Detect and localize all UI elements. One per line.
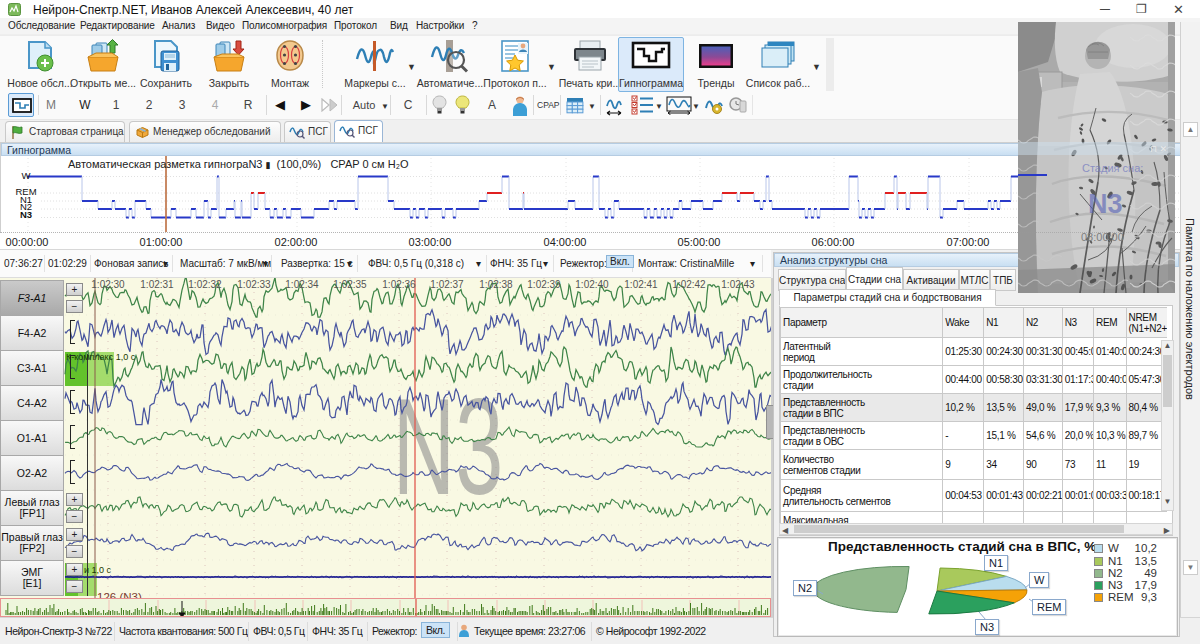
svg-text:N3: N3	[393, 370, 503, 523]
